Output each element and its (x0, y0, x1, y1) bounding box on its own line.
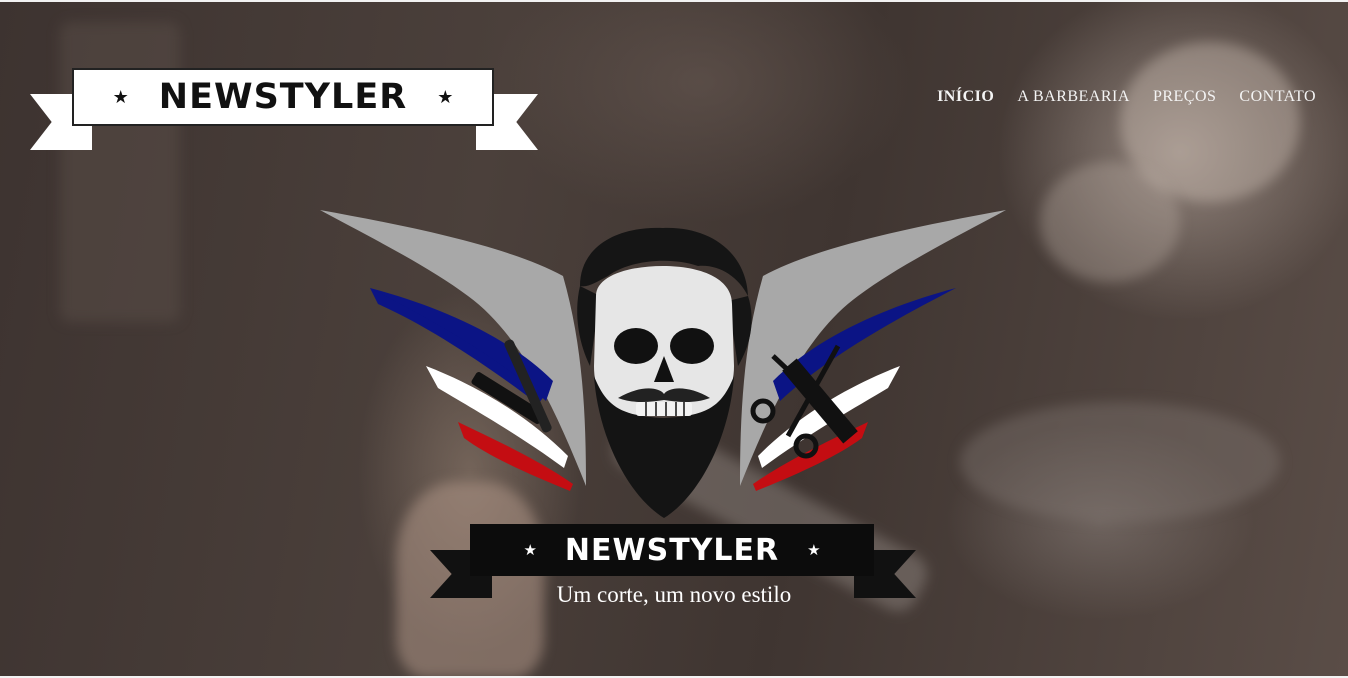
star-icon: ★ (807, 541, 821, 559)
nav-link-contato[interactable]: CONTATO (1239, 88, 1316, 106)
hero-tagline: Um corte, um novo estilo (556, 582, 792, 607)
skull-wings-emblem-icon (320, 210, 1006, 518)
bg-bokeh (960, 402, 1280, 522)
nav-link-precos[interactable]: PREÇOS (1153, 88, 1216, 106)
nav-link-inicio[interactable]: INÍCIO (937, 88, 994, 106)
skull-icon (577, 227, 752, 518)
emblem-ribbon-banner: ★ NEWSTYLER ★ (470, 524, 874, 576)
star-icon: ★ (112, 86, 129, 108)
star-icon: ★ (437, 86, 454, 108)
emblem-name-text: NEWSTYLER (564, 532, 780, 568)
bg-bokeh (60, 22, 180, 322)
logo-text: NEWSTYLER (158, 77, 408, 117)
logo-ribbon: ★ NEWSTYLER ★ (72, 68, 494, 126)
site-logo[interactable]: ★ NEWSTYLER ★ (30, 68, 538, 154)
nav-link-barbearia[interactable]: A BARBEARIA (1017, 88, 1130, 106)
bg-bokeh (1040, 162, 1180, 282)
hero-emblem (318, 206, 1008, 526)
main-nav: INÍCIO A BARBEARIA PREÇOS CONTATO (937, 88, 1316, 106)
star-icon: ★ (523, 541, 537, 559)
